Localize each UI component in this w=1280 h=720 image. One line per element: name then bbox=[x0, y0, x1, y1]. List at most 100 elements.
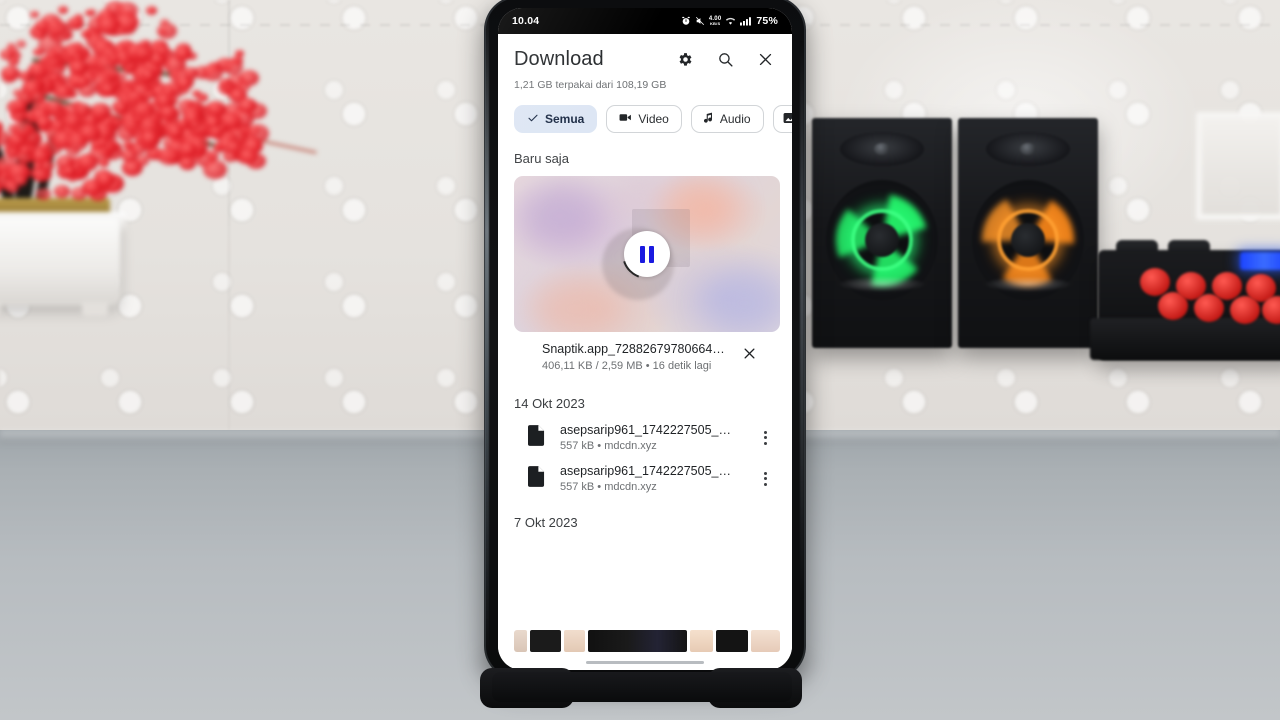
leaf bbox=[36, 116, 52, 129]
arcade-controller-base bbox=[1090, 318, 1280, 360]
file-meta: 557 kB • mdcdn.xyz bbox=[560, 481, 657, 493]
leaf bbox=[133, 101, 155, 118]
filter-chips[interactable]: Semua Video Audio bbox=[498, 91, 792, 133]
leaf bbox=[226, 141, 242, 154]
file-icon-wrap bbox=[514, 424, 558, 451]
date-header: 7 Okt 2023 bbox=[514, 515, 578, 530]
leaf bbox=[238, 98, 257, 113]
woofer bbox=[972, 180, 1084, 300]
leaf bbox=[203, 160, 227, 179]
settings-button[interactable] bbox=[674, 49, 696, 71]
pause-control[interactable] bbox=[622, 229, 672, 279]
mute-icon bbox=[695, 16, 705, 26]
leaf bbox=[139, 40, 149, 48]
leaf bbox=[146, 91, 155, 98]
pot bbox=[0, 218, 120, 306]
active-download-filename: Snaptik.app_72882679780664… bbox=[542, 342, 725, 356]
leaf bbox=[19, 71, 32, 81]
leaf bbox=[202, 64, 223, 81]
thumbnail-part bbox=[530, 630, 561, 652]
page-title: Download bbox=[514, 48, 604, 70]
leaf bbox=[50, 74, 60, 82]
status-bar-icons: 4.00 KB/S 75% bbox=[681, 15, 778, 27]
leaf bbox=[97, 138, 108, 147]
leaf bbox=[5, 182, 19, 193]
tweeter bbox=[986, 132, 1070, 166]
download-app: Download 1,21 GB terpakai dari 108,19 GB… bbox=[498, 34, 792, 670]
leaf bbox=[179, 156, 196, 170]
leaf bbox=[219, 78, 231, 87]
thumbnail-part bbox=[514, 630, 528, 652]
leaf bbox=[223, 59, 243, 75]
filter-chip-video[interactable]: Video bbox=[606, 105, 682, 133]
home-indicator[interactable] bbox=[586, 660, 704, 664]
leaf bbox=[74, 19, 83, 26]
woofer bbox=[826, 180, 938, 300]
pause-icon bbox=[640, 245, 645, 263]
partial-thumbnail-strip[interactable] bbox=[514, 630, 780, 652]
active-download-meta: Snaptik.app_72882679780664… 406,11 KB / … bbox=[514, 332, 776, 372]
leaf bbox=[87, 9, 96, 16]
woofer-gloss bbox=[984, 276, 1072, 292]
leaf bbox=[20, 146, 31, 155]
kebab-menu-icon[interactable] bbox=[754, 427, 776, 449]
leaf bbox=[8, 47, 18, 55]
pot-foot bbox=[82, 302, 108, 316]
file-icon bbox=[527, 465, 545, 492]
tweeter-dome bbox=[874, 143, 890, 155]
active-download-card[interactable]: Snaptik.app_72882679780664… 406,11 KB / … bbox=[498, 166, 792, 372]
check-icon bbox=[527, 112, 539, 127]
pause-icon bbox=[649, 245, 654, 263]
leaf bbox=[116, 27, 126, 35]
tweeter-dome bbox=[1020, 143, 1036, 155]
leaf bbox=[185, 100, 194, 107]
leaf bbox=[206, 101, 226, 117]
close-button[interactable] bbox=[754, 49, 776, 71]
thumbnail-part bbox=[563, 630, 585, 652]
leaf bbox=[90, 103, 111, 120]
leaf bbox=[171, 85, 181, 93]
file-list-item[interactable]: asepsarip961_1742227505_… 557 kB • mdcdn… bbox=[498, 411, 792, 452]
blob bbox=[520, 186, 600, 246]
leaf bbox=[174, 46, 192, 61]
arcade-button bbox=[1158, 292, 1188, 320]
leaf bbox=[63, 113, 82, 128]
leaf bbox=[213, 144, 222, 152]
leaf bbox=[1, 66, 20, 81]
speaker-hub bbox=[865, 223, 899, 257]
leaf bbox=[66, 133, 88, 151]
leaf bbox=[136, 155, 149, 166]
file-meta: 557 kB • mdcdn.xyz bbox=[560, 440, 657, 452]
filter-chip-audio[interactable]: Audio bbox=[690, 105, 764, 133]
speaker-left bbox=[812, 118, 952, 348]
leaf bbox=[58, 6, 68, 14]
thumbnail-part bbox=[715, 630, 749, 652]
thumbnail-part bbox=[751, 630, 780, 652]
blob bbox=[534, 282, 620, 332]
leaf bbox=[9, 149, 18, 156]
file-list-item[interactable]: asepsarip961_1742227505_… 557 kB • mdcdn… bbox=[498, 452, 792, 493]
filter-chip-image[interactable] bbox=[772, 105, 792, 133]
search-button[interactable] bbox=[714, 49, 736, 71]
filter-chip-semua[interactable]: Semua bbox=[514, 105, 598, 133]
leaf bbox=[13, 100, 27, 111]
kebab-menu-icon[interactable] bbox=[754, 468, 776, 490]
leaf bbox=[54, 85, 73, 100]
cancel-download-button[interactable] bbox=[738, 342, 760, 364]
video-icon bbox=[619, 112, 632, 126]
download-thumbnail[interactable] bbox=[514, 176, 780, 332]
leaf bbox=[38, 142, 51, 152]
leaf bbox=[33, 48, 44, 56]
leaf bbox=[157, 46, 169, 56]
thumbnail-part bbox=[690, 630, 713, 652]
app-bar-actions bbox=[674, 49, 776, 71]
pause-button[interactable] bbox=[624, 231, 670, 277]
leaf bbox=[209, 126, 224, 138]
leaf bbox=[16, 40, 26, 48]
phone-edge-highlight-right bbox=[800, 40, 804, 600]
alarm-icon bbox=[681, 16, 691, 26]
active-download-progress: 406,11 KB / 2,59 MB • 16 detik lagi bbox=[542, 360, 712, 372]
phone-edge-highlight bbox=[485, 0, 489, 660]
leaf bbox=[99, 159, 109, 167]
leaf bbox=[183, 67, 198, 79]
